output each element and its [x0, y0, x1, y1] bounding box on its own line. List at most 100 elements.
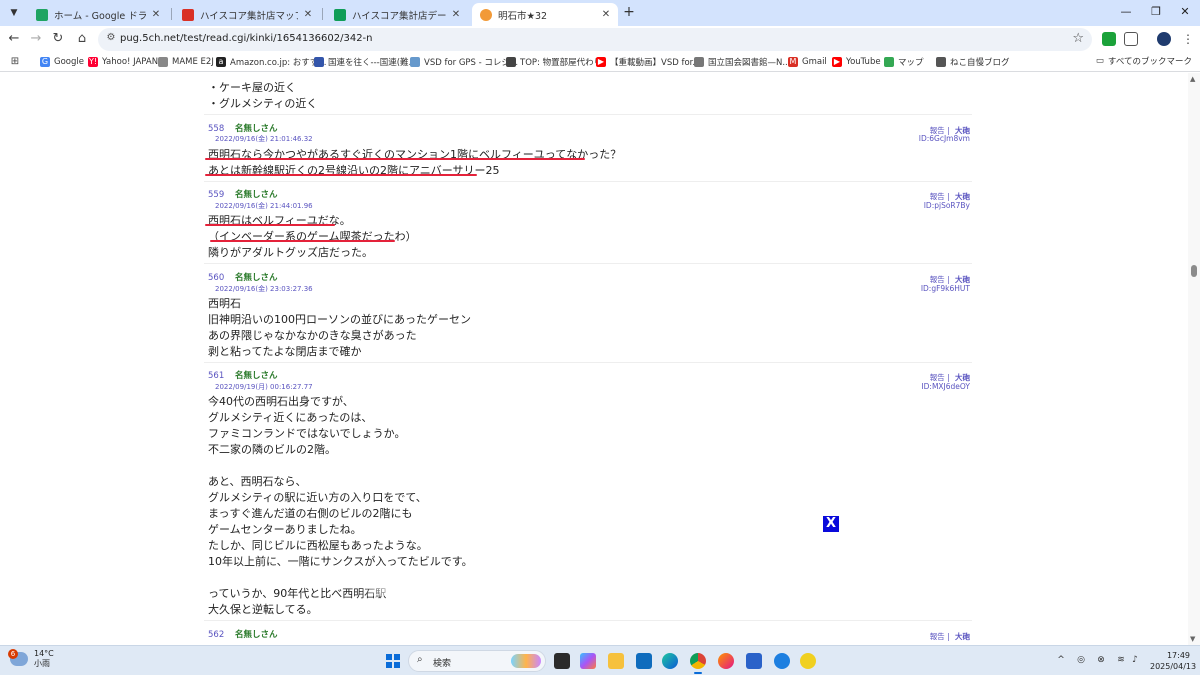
- bookmarks-bar: ⊞ G Google Y! Yahoo! JAPAN MAME E2J a Amazon.c…: [0, 53, 1200, 72]
- firefox-icon[interactable]: [718, 653, 734, 669]
- post-divider: [204, 362, 972, 363]
- extension-check-icon[interactable]: [1102, 32, 1116, 46]
- bookmark-item[interactable]: G Google: [40, 55, 84, 69]
- task-view-icon[interactable]: [554, 653, 570, 669]
- report-link[interactable]: 報告: [930, 632, 945, 641]
- home-icon[interactable]: ⌂: [74, 31, 90, 47]
- snipping-tool-icon[interactable]: [746, 653, 762, 669]
- close-icon[interactable]: ✕: [302, 9, 314, 20]
- post-id[interactable]: ID:6GcJm8vm: [919, 134, 970, 143]
- post-number[interactable]: 559: [208, 190, 224, 200]
- scrollbar-thumb[interactable]: [1191, 265, 1197, 277]
- tab-google-drive[interactable]: ホーム - Google ドライブ ✕: [28, 3, 168, 26]
- cannon-link[interactable]: 大砲: [955, 192, 970, 201]
- file-explorer-icon[interactable]: [608, 653, 624, 669]
- bookmark-item[interactable]: Y! Yahoo! JAPAN: [88, 55, 158, 69]
- reload-icon[interactable]: ↻: [50, 31, 66, 47]
- scroll-up-icon[interactable]: ▲: [1190, 75, 1195, 83]
- post-number[interactable]: 562: [208, 630, 224, 640]
- bookmark-favicon-icon: [936, 57, 946, 67]
- notification-badge: 6: [8, 649, 18, 659]
- bookmark-label: 国連を往く---国連(難...: [328, 58, 417, 68]
- wifi-icon[interactable]: ≋: [1114, 655, 1128, 665]
- bookmark-favicon-icon: a: [216, 57, 226, 67]
- cannon-link[interactable]: 大砲: [955, 275, 970, 284]
- post-number[interactable]: 558: [208, 124, 224, 134]
- cannon-link[interactable]: 大砲: [955, 632, 970, 641]
- all-bookmarks[interactable]: ▭ すべてのブックマーク: [1096, 55, 1192, 67]
- camera-tray-icon[interactable]: ◎: [1074, 655, 1088, 665]
- bookmark-label: MAME E2J: [172, 57, 214, 67]
- post-body-line: あの界隈じゃなかなかのきな臭さがあった: [208, 329, 417, 342]
- bookmark-item[interactable]: TOP: 物置部屋代わり: [506, 55, 602, 69]
- bookmark-item[interactable]: 国連を往く---国連(難...: [314, 55, 417, 69]
- speaker-icon[interactable]: ♪: [1128, 655, 1142, 665]
- tab-search-icon[interactable]: ▼: [4, 4, 24, 22]
- norton-icon[interactable]: [800, 653, 816, 669]
- post-header: 560 名無しさん: [208, 271, 277, 283]
- post-id[interactable]: ID:MXJ6deOY: [921, 382, 970, 391]
- close-window-icon[interactable]: ✕: [1175, 5, 1195, 18]
- bookmark-item[interactable]: マップ: [884, 55, 924, 69]
- profile-avatar[interactable]: [1157, 32, 1171, 46]
- page-scrollbar[interactable]: ▲ ▼: [1188, 73, 1200, 645]
- weather-desc: 小雨: [34, 659, 50, 668]
- bookmark-item[interactable]: M Gmail: [788, 55, 827, 69]
- apps-grid-icon[interactable]: ⊞: [10, 55, 24, 69]
- report-link[interactable]: 報告: [930, 275, 945, 284]
- start-windows-icon[interactable]: [386, 654, 400, 668]
- new-tab-icon[interactable]: +: [622, 4, 636, 20]
- weather-widget[interactable]: 6 14°C 小雨: [8, 649, 54, 669]
- forward-icon[interactable]: →: [28, 31, 44, 47]
- post-id[interactable]: ID:pjSoR7By: [924, 201, 970, 210]
- site-info-icon[interactable]: ⚙: [104, 32, 118, 43]
- tab-highscore-map[interactable]: ハイスコア集計店マップ（ゲーメスト） ✕: [174, 3, 320, 26]
- bookmark-label: ねこ自慢ブログ: [950, 58, 1010, 68]
- bookmark-item[interactable]: MAME E2J: [158, 55, 214, 69]
- back-icon[interactable]: ←: [6, 31, 22, 47]
- edge-icon[interactable]: [662, 653, 678, 669]
- search-placeholder: 検索: [433, 659, 452, 669]
- chevron-up-icon[interactable]: ^: [1054, 655, 1068, 665]
- copilot-icon[interactable]: [580, 653, 596, 669]
- post-header: 562 名無しさん: [208, 628, 277, 640]
- extensions-puzzle-icon[interactable]: [1124, 32, 1138, 46]
- bookmark-item[interactable]: ねこ自慢ブログ: [936, 55, 1010, 69]
- bookmark-item[interactable]: 国立国会図書館—N...: [694, 55, 790, 69]
- bookmark-item[interactable]: ▶ YouTube: [832, 55, 881, 69]
- bookmark-item[interactable]: VSD for GPS - コレジ...: [410, 55, 518, 69]
- post-divider: [204, 620, 972, 621]
- post-number[interactable]: 560: [208, 273, 224, 283]
- bookmark-star-icon[interactable]: ☆: [1072, 31, 1084, 46]
- ad-close-button[interactable]: X: [823, 516, 839, 532]
- outlook-icon[interactable]: [636, 653, 652, 669]
- report-link[interactable]: 報告: [930, 192, 945, 201]
- post-number[interactable]: 561: [208, 371, 224, 381]
- tab-label: ホーム - Google ドライブ: [54, 10, 146, 22]
- report-link[interactable]: 報告: [930, 373, 945, 382]
- red-underline: [205, 224, 335, 226]
- scroll-down-icon[interactable]: ▼: [1190, 635, 1195, 643]
- post-id[interactable]: ID:gF9k6HUT: [921, 284, 970, 293]
- block-tray-icon[interactable]: ⊗: [1094, 655, 1108, 665]
- tab-akashi-thread[interactable]: 明石市★32 ✕: [472, 3, 618, 26]
- taskbar-search[interactable]: ⌕ 検索: [408, 650, 546, 672]
- close-icon[interactable]: ✕: [600, 9, 612, 20]
- bookmark-item[interactable]: a Amazon.co.jp: おすす...: [216, 55, 326, 69]
- chrome-icon[interactable]: [690, 653, 706, 674]
- menu-kebab-icon[interactable]: ⋮: [1180, 31, 1196, 47]
- close-icon[interactable]: ✕: [450, 9, 462, 20]
- post-body-line: 西明石: [208, 297, 241, 310]
- taskbar-clock[interactable]: 17:49 2025/04/13: [1150, 650, 1196, 672]
- bookmark-item[interactable]: ▶ 【重載動画】VSD for...: [596, 55, 700, 69]
- post-date: 2022/09/19(月) 00:16:27.77: [215, 383, 313, 391]
- minimize-icon[interactable]: —: [1116, 5, 1136, 18]
- tab-highscore-database[interactable]: ハイスコア集計店データベース - Goo ✕: [326, 3, 468, 26]
- restore-icon[interactable]: ❐: [1146, 5, 1166, 18]
- close-icon[interactable]: ✕: [150, 9, 162, 20]
- bookmark-favicon-icon: [694, 57, 704, 67]
- post-body-line: まっすぐ進んだ道の右側のビルの2階にも: [208, 507, 413, 520]
- app-icon[interactable]: [774, 653, 790, 669]
- cannon-link[interactable]: 大砲: [955, 373, 970, 382]
- address-bar[interactable]: ⚙ pug.5ch.net/test/read.cgi/kinki/165413…: [98, 28, 1092, 51]
